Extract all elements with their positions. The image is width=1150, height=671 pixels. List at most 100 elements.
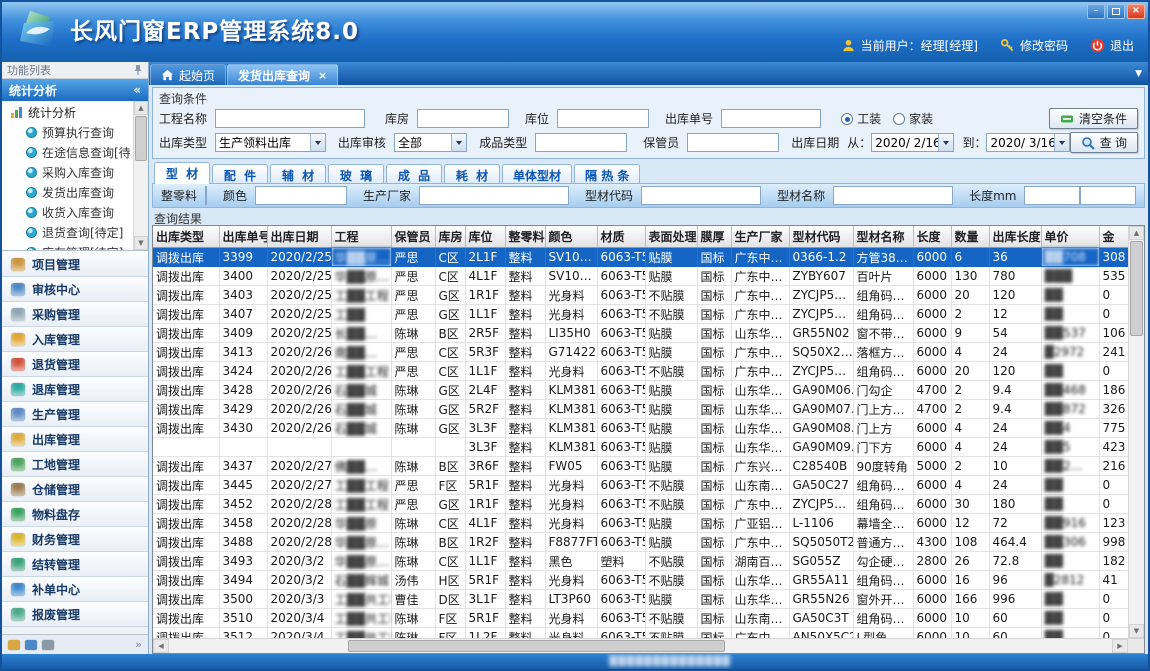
length-to-input[interactable]	[1080, 186, 1136, 205]
close-button[interactable]: ×	[1127, 4, 1145, 19]
whole-partial-select[interactable]: 全部	[205, 186, 207, 205]
material-tab[interactable]: 玻 璃	[328, 164, 384, 184]
logout-link[interactable]: 退出	[1110, 37, 1134, 54]
material-tab[interactable]: 单体型材	[502, 164, 572, 184]
scroll-down-icon[interactable]: ▼	[1129, 624, 1144, 638]
sidebar-menu-item[interactable]: 退货管理	[2, 352, 148, 377]
scroll-right-icon[interactable]: ▶	[1112, 639, 1128, 653]
material-tab[interactable]: 成 品	[386, 164, 442, 184]
column-header[interactable]: 金	[1099, 226, 1128, 248]
location-input[interactable]	[557, 109, 649, 128]
column-header[interactable]: 单价	[1041, 226, 1099, 248]
sidebar-menu-item[interactable]: 报废管理	[2, 602, 148, 627]
sidebar-menu-item[interactable]: 入库管理	[2, 327, 148, 352]
table-row[interactable]: 调拨出库34282020/2/26石▓▓城陈琳G区2L4F整料KLM381760…	[153, 381, 1128, 400]
table-row[interactable]: 调拨出库34072020/2/25工▓▓严思G区1L1F整料光身料6063-T5…	[153, 305, 1128, 324]
tab-close-icon[interactable]: ×	[318, 69, 327, 82]
tree-root-item[interactable]: 统计分析	[2, 102, 133, 122]
scroll-up-icon[interactable]: ▲	[1129, 226, 1144, 240]
table-row[interactable]: 调拨出库33992020/2/25华▓▓原…严思C区2L1F整料SV10…606…	[153, 248, 1128, 267]
column-header[interactable]: 库位	[465, 226, 505, 248]
scrollbar-thumb[interactable]	[1130, 241, 1143, 336]
table-row[interactable]: 调拨出库34292020/2/26石▓▓城陈琳G区5R2F整料KLM381760…	[153, 400, 1128, 419]
tree-item[interactable]: 采购入库查询	[2, 162, 133, 182]
material-tab[interactable]: 耗 材	[444, 164, 500, 184]
material-tab[interactable]: 型 材	[154, 162, 210, 184]
change-password-link[interactable]: 修改密码	[1020, 37, 1068, 54]
column-header[interactable]: 出库类型	[153, 226, 219, 248]
work-type-radio[interactable]: 工装	[841, 110, 881, 127]
scroll-down-icon[interactable]: ▼	[134, 236, 148, 250]
tree-item[interactable]: 发货出库查询	[2, 182, 133, 202]
material-tab[interactable]: 辅 材	[270, 164, 326, 184]
column-header[interactable]: 出库长度	[989, 226, 1041, 248]
table-row[interactable]: 调拨出库34372020/2/27佛▓▓…陈琳B区3R6F整料FW056063-…	[153, 457, 1128, 476]
date-from-picker[interactable]: 2020/ 2/16	[871, 133, 954, 152]
profile-code-input[interactable]	[641, 186, 761, 205]
work-type-radio[interactable]: 家装	[893, 110, 933, 127]
column-header[interactable]: 型材代码	[789, 226, 853, 248]
column-header[interactable]: 膜厚	[697, 226, 731, 248]
sidebar-menu-item[interactable]: 退库管理	[2, 377, 148, 402]
sidebar-menu-item[interactable]: 采购管理	[2, 302, 148, 327]
collapse-icon[interactable]: «	[133, 83, 141, 97]
column-header[interactable]: 保管员	[391, 226, 435, 248]
more-tools-icon[interactable]: »	[135, 638, 142, 651]
sidebar-menu-item[interactable]: 项目管理	[2, 252, 148, 277]
column-header[interactable]: 表面处理	[645, 226, 697, 248]
grid-vertical-scrollbar[interactable]: ▲ ▼	[1128, 226, 1144, 638]
column-header[interactable]: 型材名称	[853, 226, 913, 248]
color-input[interactable]	[255, 186, 347, 205]
maximize-button[interactable]	[1107, 4, 1125, 19]
clear-conditions-button[interactable]: 清空条件	[1049, 108, 1138, 129]
tree-item[interactable]: 预算执行查询	[2, 122, 133, 142]
table-row[interactable]: 调拨出库34942020/3/2石▓▓辉城汤伟H区5R1F整料光身料6063-T…	[153, 571, 1128, 590]
minimize-button[interactable]: –	[1087, 4, 1105, 19]
table-row[interactable]: 调拨出库34242020/2/26工▓▓工程严思C区1L1F整料光身料6063-…	[153, 362, 1128, 381]
warehouse-input[interactable]	[417, 109, 509, 128]
table-row[interactable]: 调拨出库34092020/2/25长▓▓…陈琳B区2R5F整料LI35H0606…	[153, 324, 1128, 343]
column-header[interactable]: 长度	[913, 226, 951, 248]
table-row[interactable]: 调拨出库34452020/2/27工▓▓工程严思F区5R1F整料光身料6063-…	[153, 476, 1128, 495]
date-to-picker[interactable]: 2020/ 3/16	[986, 133, 1069, 152]
table-row[interactable]: 调拨出库34132020/2/26南▓▓…严思C区5R3F整料G71422606…	[153, 343, 1128, 362]
column-header[interactable]: 数量	[951, 226, 989, 248]
column-header[interactable]: 工程	[331, 226, 391, 248]
column-header[interactable]: 整零料	[505, 226, 545, 248]
out-type-select[interactable]: 生产领料出库	[215, 133, 326, 152]
folder-icon[interactable]	[8, 640, 20, 650]
sidebar-menu-item[interactable]: 补单中心	[2, 577, 148, 602]
sidebar-menu-item[interactable]: 出库管理	[2, 427, 148, 452]
tree-item[interactable]: 收货入库查询	[2, 202, 133, 222]
length-from-input[interactable]	[1024, 186, 1080, 205]
sidebar-menu-item[interactable]: 生产管理	[2, 402, 148, 427]
material-tab[interactable]: 隔 热 条	[574, 164, 640, 184]
column-header[interactable]: 颜色	[545, 226, 597, 248]
column-header[interactable]: 出库日期	[267, 226, 331, 248]
scrollbar-thumb[interactable]	[348, 640, 725, 652]
table-row[interactable]: 3L3F整料KLM38176063-T5贴膜国标山东华…GA90M09.门下方6…	[153, 438, 1128, 457]
grid-horizontal-scrollbar[interactable]: ◀ ▶	[153, 638, 1144, 653]
table-row[interactable]: 调拨出库34522020/2/28工▓▓工程严思G区1R1F整料光身料6063-…	[153, 495, 1128, 514]
column-header[interactable]: 库房	[435, 226, 465, 248]
tree-item[interactable]: 退货查询[待定]	[2, 222, 133, 242]
search-button[interactable]: 查 询	[1070, 132, 1138, 153]
table-row[interactable]: 调拨出库34002020/2/25华▓▓原…严思C区4L1F整料SV10…606…	[153, 267, 1128, 286]
tree-item[interactable]: 在途信息查询[待	[2, 142, 133, 162]
product-type-input[interactable]	[535, 133, 627, 152]
sidebar-menu-item[interactable]: 审核中心	[2, 277, 148, 302]
monitor-icon[interactable]	[25, 640, 37, 650]
table-row[interactable]: 调拨出库35102020/3/4工▓▓共工程陈琳F区5R1F整料光身料6063-…	[153, 609, 1128, 628]
column-header[interactable]: 生产厂家	[731, 226, 789, 248]
sidebar-menu-item[interactable]: 财务管理	[2, 527, 148, 552]
tab-list-chevron-icon[interactable]: ▼	[1135, 69, 1142, 79]
table-row[interactable]: 调拨出库34932020/3/2华▓▓原…陈琳C区1L1F整料黑色塑料不贴膜国标…	[153, 552, 1128, 571]
sidebar-menu-item[interactable]: 工地管理	[2, 452, 148, 477]
tab-shipment-outbound-query[interactable]: 发货出库查询 ×	[227, 64, 338, 85]
tree-scrollbar[interactable]: ▲ ▼	[133, 101, 148, 250]
scroll-left-icon[interactable]: ◀	[153, 639, 169, 653]
order-no-input[interactable]	[721, 109, 821, 128]
profile-name-input[interactable]	[833, 186, 953, 205]
project-name-input[interactable]	[215, 109, 365, 128]
table-row[interactable]: 调拨出库35122020/3/4工▓▓共工程陈琳F区1L2F整料光身料6063-…	[153, 628, 1128, 639]
